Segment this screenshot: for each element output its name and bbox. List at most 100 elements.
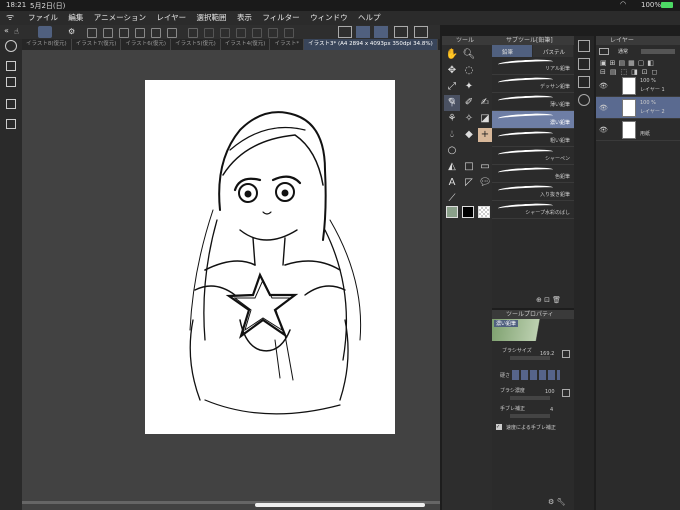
deselect-icon[interactable]	[268, 28, 279, 38]
gear-icon[interactable]: ⚙	[68, 27, 75, 36]
finger-icon[interactable]: ☝	[14, 27, 19, 36]
stabilize-slider[interactable]	[510, 414, 550, 418]
tab-illust6[interactable]: イラスト6(復元)	[121, 39, 172, 50]
hardness-selector[interactable]	[512, 370, 560, 380]
frame-icon[interactable]: ◸	[462, 176, 476, 190]
3d-icon[interactable]	[6, 99, 16, 109]
eraser-shortcut-icon[interactable]	[374, 26, 388, 38]
text-icon[interactable]: A	[445, 176, 459, 190]
subtool-item[interactable]: 薄い鉛筆	[492, 93, 574, 111]
speed-stabilize-checkbox[interactable]: ✓	[496, 424, 502, 430]
menu-window[interactable]: ウィンドウ	[310, 11, 348, 25]
crop-icon[interactable]	[252, 28, 263, 38]
tab-illust5[interactable]: イラスト5(復元)	[171, 39, 221, 50]
redo-icon[interactable]	[204, 28, 215, 38]
gradient-icon[interactable]: ◭	[445, 160, 459, 174]
hand-icon[interactable]: ✋	[445, 48, 459, 62]
folder-icon[interactable]	[6, 119, 16, 129]
layer-tool-icons[interactable]: ▣⊞▤▦▢◧	[600, 59, 657, 67]
print-icon[interactable]	[167, 28, 177, 38]
new-file-icon[interactable]	[87, 28, 97, 38]
density-dropdown[interactable]	[562, 389, 570, 397]
main-color-swatch[interactable]	[446, 206, 458, 218]
eraser-icon[interactable]: ◆	[462, 128, 476, 142]
subtool-item[interactable]: 粗い鉛筆	[492, 129, 574, 147]
pen-icon[interactable]: ✎	[445, 96, 459, 110]
layer-property-icon[interactable]	[6, 77, 16, 87]
circle-icon[interactable]: ○	[445, 144, 459, 158]
move-icon[interactable]: ✥	[445, 64, 459, 78]
lasso-icon[interactable]: ◌	[462, 64, 476, 78]
color-wheel-icon[interactable]	[578, 40, 590, 52]
drawing-canvas[interactable]	[145, 80, 395, 434]
app-logo-icon[interactable]: ᯤ	[6, 11, 14, 25]
brush-icon[interactable]: ✍	[478, 96, 492, 110]
material-icon[interactable]	[6, 61, 16, 71]
ruler-icon[interactable]: ▭	[478, 160, 492, 174]
menu-filter[interactable]: フィルター	[262, 11, 299, 25]
fill-icon[interactable]	[236, 28, 247, 38]
fill-tool-icon[interactable]: ◪	[478, 112, 492, 126]
layer-row[interactable]: 👁︎ 用紙	[596, 119, 680, 141]
save-icon[interactable]	[119, 28, 129, 38]
zoom-icon[interactable]: 🔍︎	[462, 48, 476, 62]
intermediate-color-icon[interactable]	[578, 76, 590, 88]
home-indicator[interactable]	[255, 503, 425, 507]
sub-color-swatch[interactable]	[462, 206, 474, 218]
correct-line-icon[interactable]: ⟋	[445, 192, 459, 206]
density-slider[interactable]	[510, 396, 550, 400]
color-set-icon[interactable]	[578, 58, 590, 70]
decoration-icon[interactable]: ✧	[462, 112, 476, 126]
skin-color-icon[interactable]: +	[478, 128, 492, 142]
tab-illust3[interactable]: イラスト3* (A4 2894 x 4093px 350dpi 34.8%)	[304, 39, 438, 50]
menu-selection[interactable]: 選択範囲	[197, 11, 227, 25]
menu-file[interactable]: ファイル	[28, 11, 58, 25]
subtool-tab-pastel[interactable]: パステル	[533, 45, 573, 57]
stabilize-value[interactable]: 4	[550, 407, 553, 413]
toolbar-collapse-icon[interactable]: «	[4, 26, 9, 35]
opacity-slider[interactable]	[641, 49, 675, 54]
eye-icon[interactable]: 👁︎	[599, 126, 608, 134]
menu-layer[interactable]: レイヤー	[156, 11, 186, 25]
blend-icon[interactable]: 💧︎	[445, 128, 459, 142]
subtool-item[interactable]: 入り抜き鉛筆	[492, 183, 574, 201]
menu-animation[interactable]: アニメーション	[94, 11, 146, 25]
airbrush-icon[interactable]: ⚘	[445, 112, 459, 126]
subtool-item[interactable]: デッサン鉛筆	[492, 75, 574, 93]
pencil-shortcut-icon[interactable]	[356, 26, 370, 38]
transparent-color-swatch[interactable]	[478, 206, 490, 218]
tab-illust4[interactable]: イラスト4(復元)	[221, 39, 271, 50]
pencil-icon[interactable]: ✐	[462, 96, 476, 110]
reference-icon[interactable]	[394, 26, 408, 38]
brush-size-slider[interactable]	[510, 356, 550, 360]
subtool-item[interactable]: シャーペン	[492, 147, 574, 165]
export-icon[interactable]	[135, 28, 145, 38]
magic-wand-icon[interactable]: ✦	[462, 80, 476, 94]
balloon-icon[interactable]: 💬︎	[478, 176, 492, 190]
eye-icon[interactable]: 👁︎	[599, 104, 608, 112]
erase-icon[interactable]	[220, 28, 231, 38]
select-icon[interactable]: ⤢	[445, 80, 459, 94]
subtool-item[interactable]: リアル鉛筆	[492, 57, 574, 75]
color-history-icon[interactable]	[578, 94, 590, 106]
figure-icon[interactable]: □	[462, 160, 476, 174]
layer-shortcut-icon[interactable]	[414, 26, 428, 38]
density-value[interactable]: 100	[545, 389, 555, 395]
subtool-item[interactable]: 濃い鉛筆	[492, 111, 574, 129]
tab-illust8[interactable]: イラスト8(復元)	[22, 39, 72, 50]
menu-view[interactable]: 表示	[237, 11, 252, 25]
brush-size-dropdown[interactable]	[562, 350, 570, 358]
layer-row[interactable]: 👁︎ 100 % レイヤー 1	[596, 75, 680, 97]
subtool-item[interactable]: 色鉛筆	[492, 165, 574, 183]
blend-mode-select[interactable]: 通常	[618, 48, 628, 55]
tab-illust[interactable]: イラスト*	[270, 39, 305, 50]
undo-icon[interactable]	[188, 28, 199, 38]
brush-shortcut-icon[interactable]	[338, 26, 352, 38]
eye-icon[interactable]: 👁︎	[599, 82, 608, 90]
tab-illust7[interactable]: イラスト7(復元)	[72, 39, 122, 50]
navigator-icon[interactable]	[5, 40, 17, 52]
layer-color-icon[interactable]	[599, 48, 609, 55]
menu-edit[interactable]: 編集	[68, 11, 83, 25]
open-file-icon[interactable]	[103, 28, 113, 38]
menu-help[interactable]: ヘルプ	[358, 11, 381, 25]
